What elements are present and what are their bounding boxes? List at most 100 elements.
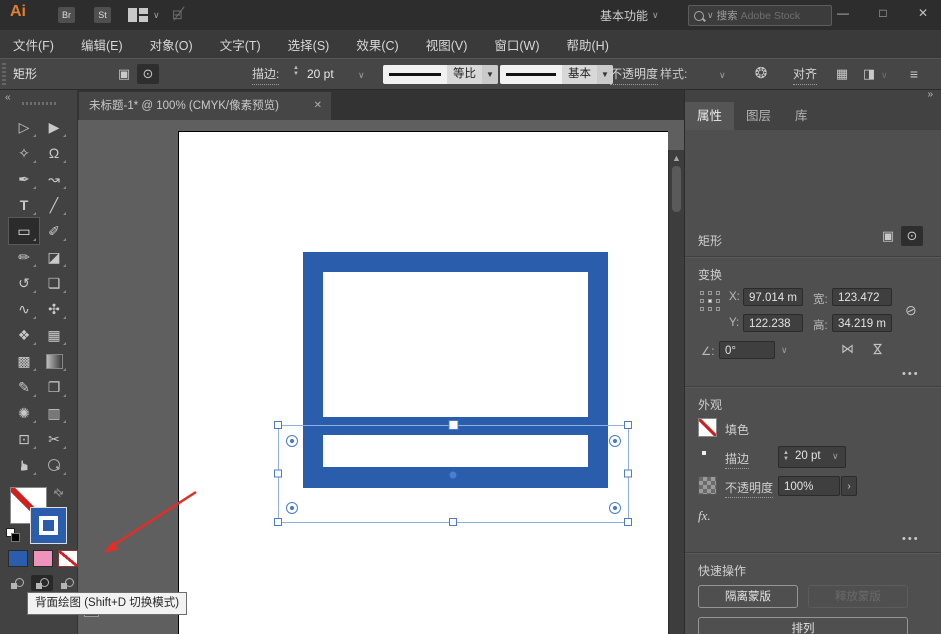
paintbrush-tool[interactable]: ✐ bbox=[39, 218, 69, 244]
tab-properties[interactable]: 属性 bbox=[685, 102, 734, 130]
menu-select[interactable]: 选择(S) bbox=[288, 35, 330, 54]
workspace-switcher[interactable]: 基本功能 bbox=[600, 7, 648, 24]
vertical-scrollbar[interactable]: ▲ bbox=[668, 150, 684, 634]
perspective-grid-tool[interactable]: ▦ bbox=[39, 322, 69, 348]
hand-tool[interactable]: ☛ bbox=[9, 452, 39, 478]
close-button[interactable]: ✕ bbox=[906, 0, 940, 26]
chevron-down-icon[interactable]: ∨ bbox=[881, 70, 888, 81]
gradient-swatch-button[interactable] bbox=[33, 550, 53, 567]
pathfinder-icon[interactable]: ◨ bbox=[858, 64, 880, 84]
align-link[interactable]: 对齐 bbox=[793, 65, 817, 85]
bounding-box-icon[interactable]: ▣ bbox=[877, 226, 899, 246]
minimize-button[interactable]: — bbox=[826, 0, 860, 26]
menu-view[interactable]: 视图(V) bbox=[426, 35, 468, 54]
y-input[interactable]: 122.238 bbox=[743, 314, 803, 332]
transform-more-options[interactable]: ••• bbox=[902, 368, 920, 380]
search-input[interactable]: ∨ 搜索 Adobe Stock bbox=[688, 5, 832, 26]
opacity-link[interactable]: 不透明度 bbox=[610, 65, 658, 85]
mesh-tool[interactable]: ▩ bbox=[9, 348, 39, 374]
flip-vertical-icon[interactable]: ⋈ bbox=[870, 343, 886, 356]
chevron-down-icon[interactable]: ∨ bbox=[652, 10, 659, 21]
menu-edit[interactable]: 编辑(E) bbox=[81, 35, 123, 54]
chevron-down-icon[interactable]: ∨ bbox=[832, 451, 839, 462]
selection-tool[interactable]: ▷ bbox=[9, 114, 39, 140]
recolor-artwork-icon[interactable]: ❂ bbox=[750, 64, 772, 84]
chevron-down-icon[interactable]: ∨ bbox=[719, 70, 726, 81]
fx-button[interactable]: fx. bbox=[698, 508, 711, 524]
rectangle-tool[interactable]: ▭ bbox=[9, 218, 39, 244]
line-segment-tool[interactable]: ╱ bbox=[39, 192, 69, 218]
width-tool[interactable]: ∿ bbox=[9, 296, 39, 322]
draw-normal-button[interactable] bbox=[6, 575, 28, 591]
tab-layers[interactable]: 图层 bbox=[734, 102, 783, 130]
align-objects-icon[interactable]: ▦ bbox=[831, 64, 853, 84]
menu-type[interactable]: 文字(T) bbox=[220, 35, 261, 54]
tab-libraries[interactable]: 库 bbox=[783, 102, 820, 130]
type-tool[interactable]: T bbox=[9, 192, 39, 218]
scroll-up-icon[interactable]: ▲ bbox=[672, 153, 681, 163]
stroke-weight-link[interactable]: 描边: bbox=[252, 65, 279, 85]
scale-tool[interactable]: ❏ bbox=[39, 270, 69, 296]
stroke-stepper[interactable]: ▲▼ bbox=[293, 66, 299, 77]
center-point-icon[interactable]: ⊙ bbox=[137, 64, 159, 84]
options-menu-icon[interactable]: ≡ bbox=[903, 64, 925, 84]
brush-definition-dropdown[interactable]: 基本 ▼ bbox=[500, 65, 613, 84]
center-point-icon[interactable]: ⊙ bbox=[901, 226, 923, 246]
appearance-more-options[interactable]: ••• bbox=[902, 533, 920, 545]
stock-icon[interactable]: St bbox=[94, 7, 111, 23]
stroke-weight-field[interactable]: ▲▼ 20 pt ∨ bbox=[778, 446, 846, 468]
document-tab[interactable]: 未标题-1* @ 100% (CMYK/像素预览) ✕ bbox=[79, 92, 331, 120]
curvature-tool[interactable]: ↝ bbox=[39, 166, 69, 192]
scrollbar-thumb[interactable] bbox=[672, 166, 681, 212]
flip-horizontal-icon[interactable]: ⋈ bbox=[841, 341, 854, 357]
reference-point-grid[interactable] bbox=[700, 291, 722, 313]
chevron-down-icon[interactable]: ∨ bbox=[358, 70, 365, 81]
artboard-tool[interactable]: ⊡ bbox=[9, 426, 39, 452]
symbol-sprayer-tool[interactable]: ✺ bbox=[9, 400, 39, 426]
x-input[interactable]: 97.014 m bbox=[743, 288, 803, 306]
opacity-panel-button[interactable]: › bbox=[841, 476, 857, 496]
stroke-link[interactable]: 描边 bbox=[725, 450, 749, 469]
color-swatch-button[interactable] bbox=[8, 550, 28, 567]
magic-wand-tool[interactable]: ✧ bbox=[9, 140, 39, 166]
collapse-panel-icon[interactable]: « bbox=[5, 92, 11, 103]
draw-inside-button[interactable] bbox=[56, 575, 78, 591]
height-input[interactable]: 34.219 m bbox=[832, 314, 892, 332]
lasso-tool[interactable]: Ω bbox=[39, 140, 69, 166]
swap-fill-stroke-icon[interactable]: ⇄ bbox=[51, 485, 67, 501]
isolate-mask-button[interactable]: 隔离蒙版 bbox=[698, 585, 798, 608]
workspace-layout-icon[interactable] bbox=[128, 8, 148, 22]
eraser-tool[interactable]: ◪ bbox=[39, 244, 69, 270]
menu-file[interactable]: 文件(F) bbox=[13, 35, 54, 54]
shaper-tool[interactable]: ✏ bbox=[9, 244, 39, 270]
chevron-down-icon[interactable]: ∨ bbox=[781, 345, 788, 356]
bridge-icon[interactable]: Br bbox=[58, 7, 75, 23]
zoom-tool[interactable] bbox=[39, 452, 69, 478]
canvas[interactable]: ▲ bbox=[78, 120, 684, 634]
menu-object[interactable]: 对象(O) bbox=[150, 35, 193, 54]
constrain-proportions-icon[interactable]: ⊘ bbox=[902, 301, 919, 321]
direct-selection-tool[interactable]: ▶ bbox=[39, 114, 69, 140]
default-fill-stroke-icon[interactable] bbox=[6, 528, 19, 540]
width-input[interactable]: 123.472 bbox=[832, 288, 892, 306]
panel-grip[interactable] bbox=[2, 63, 6, 85]
eyedropper-tool[interactable]: ✎ bbox=[9, 374, 39, 400]
slice-tool[interactable]: ✂ bbox=[39, 426, 69, 452]
pen-tool[interactable]: ✒ bbox=[9, 166, 39, 192]
opacity-input[interactable]: 100% bbox=[778, 476, 840, 496]
gradient-tool[interactable] bbox=[39, 348, 69, 374]
none-swatch-button[interactable] bbox=[58, 550, 78, 567]
chevron-down-icon[interactable]: ∨ bbox=[153, 10, 160, 21]
draw-behind-button[interactable] bbox=[31, 575, 53, 591]
arrange-button[interactable]: 排列 bbox=[698, 617, 908, 634]
stroke-stepper[interactable]: ▲▼ bbox=[783, 451, 789, 462]
fill-swatch[interactable] bbox=[698, 418, 717, 437]
menu-effect[interactable]: 效果(C) bbox=[356, 35, 398, 54]
panel-grip[interactable] bbox=[22, 102, 56, 105]
rotation-dropdown[interactable]: 0° bbox=[719, 341, 775, 359]
shape-builder-tool[interactable]: ❖ bbox=[9, 322, 39, 348]
stroke-profile-dropdown[interactable]: 等比 ▼ bbox=[383, 65, 498, 84]
opacity-link[interactable]: 不透明度 bbox=[725, 479, 773, 498]
puppet-warp-tool[interactable]: ✣ bbox=[39, 296, 69, 322]
collapse-panel-icon[interactable]: » bbox=[927, 89, 933, 100]
